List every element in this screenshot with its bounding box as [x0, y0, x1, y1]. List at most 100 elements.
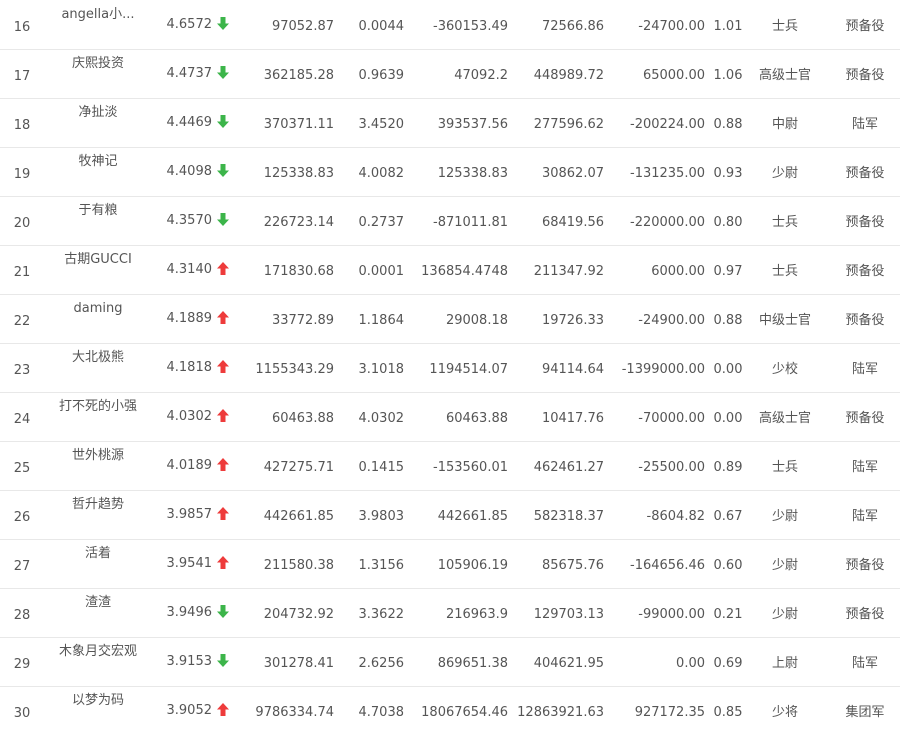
value3-cell: -871011.81 — [433, 215, 508, 230]
table-row: 17 庆熙投资 4.4737 362185.28 0.9639 47092.2 448989… — [0, 49, 900, 99]
value6-cell: 1.01 — [713, 19, 743, 34]
value4-cell: 462461.27 — [533, 460, 604, 475]
value1-cell: 9786334.74 — [255, 705, 334, 720]
army-cell: 预备役 — [845, 558, 885, 573]
value6-cell: 0.00 — [713, 411, 743, 426]
value1-cell: 211580.38 — [263, 558, 334, 573]
army-cell: 预备役 — [845, 411, 885, 426]
rank-title-cell: 士兵 — [771, 460, 798, 475]
value1-cell: 362185.28 — [263, 68, 334, 83]
rank-title-cell: 高级士官 — [758, 411, 811, 426]
rank-cell: 18 — [13, 118, 31, 133]
name-cell[interactable]: 打不死的小强 — [50, 392, 146, 441]
army-cell: 预备役 — [845, 607, 885, 622]
score-cell: 3.9052 — [166, 703, 213, 718]
army-cell: 预备役 — [845, 19, 885, 34]
name-cell[interactable]: 大北极熊 — [50, 343, 146, 392]
table-row: 19 牧神记 4.4098 125338.83 4.0082 125338.83 30862… — [0, 147, 900, 197]
arrow-up-icon — [217, 343, 233, 392]
value3-cell: 393537.56 — [437, 117, 508, 132]
value1-cell: 33772.89 — [271, 313, 334, 328]
arrow-down-icon — [217, 49, 233, 98]
value3-cell: 105906.19 — [437, 558, 508, 573]
name-cell[interactable]: 木象月交宏观 — [50, 637, 146, 686]
name-cell[interactable]: 以梦为码 — [50, 686, 146, 735]
army-cell: 陆军 — [851, 117, 878, 132]
value4-cell: 277596.62 — [533, 117, 604, 132]
name-cell[interactable]: 庆熙投资 — [50, 49, 146, 98]
table-row: 28 渣渣 3.9496 204732.92 3.3622 216963.9 129703.… — [0, 588, 900, 638]
rank-title-cell: 士兵 — [771, 264, 798, 279]
name-cell[interactable]: 活着 — [50, 539, 146, 588]
value5-cell: -220000.00 — [630, 215, 705, 230]
value5-cell: -24700.00 — [638, 19, 705, 34]
score-cell: 3.9153 — [166, 654, 213, 669]
value5-cell: -70000.00 — [638, 411, 705, 426]
name-cell[interactable]: daming — [50, 294, 146, 343]
value4-cell: 448989.72 — [533, 68, 604, 83]
score-cell: 4.0189 — [166, 458, 213, 473]
rank-cell: 25 — [13, 461, 31, 476]
rank-title-cell: 中级士官 — [758, 313, 811, 328]
arrow-down-icon — [217, 98, 233, 147]
score-cell: 4.4737 — [166, 66, 213, 81]
table-row: 16 angella小... 4.6572 97052.87 0.0044 -360153… — [0, 0, 900, 50]
score-cell: 4.1889 — [166, 311, 213, 326]
value2-cell: 0.1415 — [358, 460, 405, 475]
value2-cell: 0.0044 — [358, 19, 405, 34]
table-row: 18 净扯淡 4.4469 370371.11 3.4520 393537.56 27759… — [0, 98, 900, 148]
value1-cell: 442661.85 — [263, 509, 334, 524]
value5-cell: 6000.00 — [651, 264, 705, 279]
name-cell[interactable]: 世外桃源 — [50, 441, 146, 490]
army-cell: 陆军 — [851, 362, 878, 377]
arrow-up-icon — [217, 490, 233, 539]
value6-cell: 0.93 — [713, 166, 743, 181]
score-cell: 4.1818 — [166, 360, 213, 375]
value3-cell: 442661.85 — [437, 509, 508, 524]
table-row: 21 古期GUCCI 4.3140 171830.68 0.0001 136854.474… — [0, 245, 900, 295]
value3-cell: -153560.01 — [433, 460, 508, 475]
score-cell: 4.4469 — [166, 115, 213, 130]
value3-cell: 29008.18 — [445, 313, 508, 328]
value6-cell: 0.88 — [713, 313, 743, 328]
rank-title-cell: 高级士官 — [758, 68, 811, 83]
rank-title-cell: 少校 — [771, 362, 798, 377]
value3-cell: 18067654.46 — [421, 705, 508, 720]
name-cell[interactable]: 古期GUCCI — [50, 245, 146, 294]
rank-cell: 28 — [13, 608, 31, 623]
army-cell: 预备役 — [845, 313, 885, 328]
value2-cell: 3.3622 — [358, 607, 405, 622]
army-cell: 陆军 — [851, 460, 878, 475]
rank-cell: 16 — [13, 20, 31, 35]
value6-cell: 0.67 — [713, 509, 743, 524]
value3-cell: 216963.9 — [445, 607, 508, 622]
rank-title-cell: 少尉 — [771, 558, 798, 573]
arrow-down-icon — [217, 637, 233, 686]
value6-cell: 0.21 — [713, 607, 743, 622]
value4-cell: 404621.95 — [533, 656, 604, 671]
rank-cell: 21 — [13, 265, 31, 280]
rank-cell: 30 — [13, 706, 31, 721]
name-cell[interactable]: 哲升趋势 — [50, 490, 146, 539]
value6-cell: 0.85 — [713, 705, 743, 720]
arrow-up-icon — [217, 392, 233, 441]
table-row: 25 世外桃源 4.0189 427275.71 0.1415 -153560.01 462… — [0, 441, 900, 491]
name-cell[interactable]: 净扯淡 — [50, 98, 146, 147]
name-cell[interactable]: 牧神记 — [50, 147, 146, 196]
table-row: 27 活着 3.9541 211580.38 1.3156 105906.19 85675.… — [0, 539, 900, 589]
value2-cell: 0.0001 — [358, 264, 405, 279]
rank-cell: 29 — [13, 657, 31, 672]
value5-cell: -24900.00 — [638, 313, 705, 328]
score-cell: 3.9496 — [166, 605, 213, 620]
army-cell: 陆军 — [851, 656, 878, 671]
value1-cell: 97052.87 — [271, 19, 334, 34]
name-cell[interactable]: 于有粮 — [50, 196, 146, 245]
name-cell[interactable]: 渣渣 — [50, 588, 146, 637]
table-row: 30 以梦为码 3.9052 9786334.74 4.7038 18067654.46 1… — [0, 686, 900, 735]
value4-cell: 72566.86 — [541, 19, 604, 34]
rank-title-cell: 士兵 — [771, 215, 798, 230]
value6-cell: 0.88 — [713, 117, 743, 132]
name-cell[interactable]: angella小... — [50, 0, 146, 49]
rank-title-cell: 少将 — [771, 705, 798, 720]
rank-cell: 26 — [13, 510, 31, 525]
